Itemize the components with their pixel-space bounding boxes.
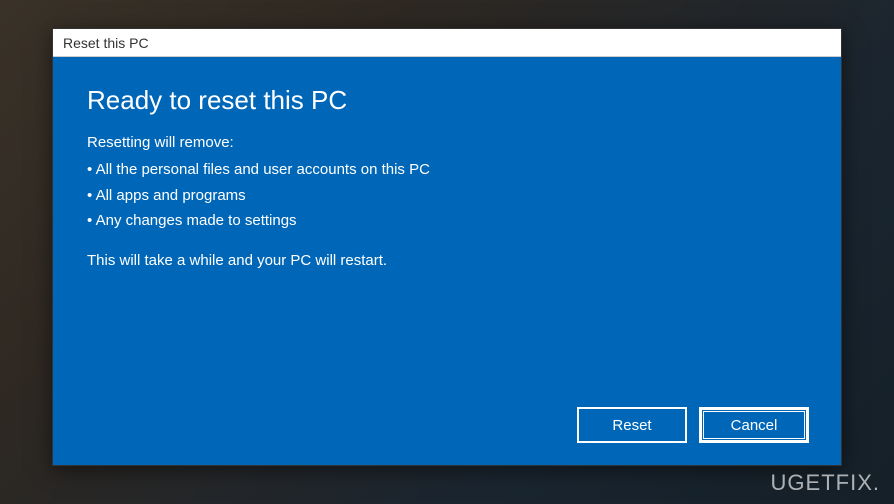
removal-list: • All the personal files and user accoun… (87, 157, 807, 234)
dialog-subheading: Resetting will remove: (87, 134, 807, 151)
reset-button[interactable]: Reset (577, 407, 687, 443)
dialog-title: Reset this PC (63, 35, 149, 51)
dialog-note: This will take a while and your PC will … (87, 252, 807, 269)
dialog-buttons: Reset Cancel (577, 407, 809, 443)
dialog-titlebar: Reset this PC (53, 29, 841, 57)
reset-pc-dialog: Reset this PC Ready to reset this PC Res… (52, 28, 842, 466)
cancel-button[interactable]: Cancel (699, 407, 809, 443)
watermark-text: UGETFIX. (771, 470, 880, 496)
dialog-heading: Ready to reset this PC (87, 85, 807, 116)
list-item: • All the personal files and user accoun… (87, 157, 807, 183)
list-item: • Any changes made to settings (87, 208, 807, 234)
dialog-content: Ready to reset this PC Resetting will re… (53, 57, 841, 465)
list-item: • All apps and programs (87, 183, 807, 209)
